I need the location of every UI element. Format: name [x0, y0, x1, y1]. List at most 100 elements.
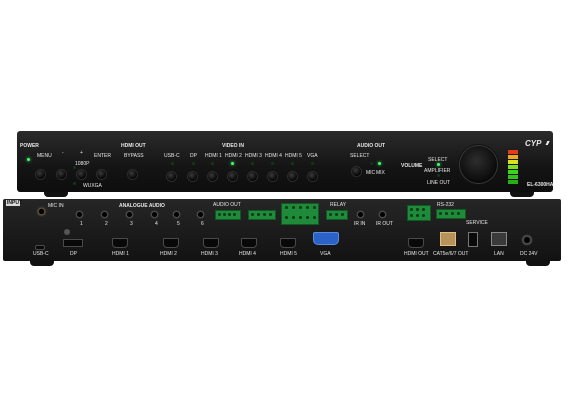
hdmi4-button[interactable]: [268, 172, 277, 181]
usbc-led: [171, 162, 174, 165]
audio-out-terminal[interactable]: [215, 210, 241, 220]
vga-button[interactable]: [308, 172, 317, 181]
bypass-button[interactable]: [128, 170, 137, 179]
lan-port[interactable]: [491, 232, 507, 246]
hdmi3-led: [251, 162, 254, 165]
analogue-jack-4[interactable]: [150, 210, 159, 219]
hdmi1-button[interactable]: [208, 172, 217, 181]
model-label: EL-6300HA: [527, 182, 554, 188]
analogue-num-3: 3: [130, 221, 133, 227]
minus-label: -: [62, 150, 64, 156]
menu-label: MENU: [37, 153, 52, 159]
hdmi-in-label-2: HDMI 2: [160, 251, 177, 257]
usb-service-port[interactable]: [468, 232, 478, 247]
input-label-hdmi4: HDMI 4: [265, 153, 282, 159]
1080p-label: 1080P: [75, 161, 90, 167]
vga-port[interactable]: [313, 232, 339, 245]
video-in-label: VIDEO IN: [222, 143, 244, 149]
analogue-jack-1[interactable]: [75, 210, 84, 219]
terminal-block-b[interactable]: [407, 205, 431, 221]
cat-out-label: CAT5e/6/7 OUT: [433, 251, 469, 257]
usbc-label: USB-C: [33, 251, 49, 257]
volume-knob[interactable]: [460, 146, 497, 183]
hdmi-in-port-4[interactable]: [241, 238, 257, 248]
usbc-port[interactable]: [35, 245, 45, 250]
service-label: SERVICE: [466, 220, 488, 226]
mic-in-label: MIC IN: [48, 203, 64, 209]
wuxga-label: WUXGA: [83, 183, 102, 189]
mic-label: MIC: [366, 170, 376, 176]
hdmi5-button[interactable]: [288, 172, 297, 181]
hdmi-in-port-5[interactable]: [280, 238, 296, 248]
plus-button[interactable]: [77, 170, 86, 179]
minus-button[interactable]: [57, 170, 66, 179]
hdmi2-button[interactable]: [228, 172, 237, 181]
amplifier-led: [437, 163, 440, 166]
mic-in-jack[interactable]: [36, 206, 47, 217]
plus-label: +: [80, 150, 83, 156]
hdmi5-led: [291, 162, 294, 165]
power-label: POWER: [20, 143, 39, 149]
enter-button[interactable]: [97, 170, 106, 179]
ir-in-jack[interactable]: [356, 210, 365, 219]
control-terminal-block[interactable]: [281, 203, 319, 225]
analogue-jack-6[interactable]: [196, 210, 205, 219]
analogue-num-2: 2: [105, 221, 108, 227]
rear-foot-left: [30, 261, 54, 266]
hdmi-out-port[interactable]: [408, 238, 424, 248]
enter-label: ENTER: [94, 153, 111, 159]
input-label-dp: DP: [190, 153, 197, 159]
brand-stripes: [545, 141, 551, 145]
hdmi-in-port-1[interactable]: [112, 238, 128, 248]
1080p-led: [73, 166, 76, 169]
hdmi-in-port-2[interactable]: [163, 238, 179, 248]
hdmi-out-label: HDMI OUT: [404, 251, 429, 257]
analogue-num-6: 6: [201, 221, 204, 227]
dc-label: DC 24V: [520, 251, 538, 257]
analogue-num-5: 5: [177, 221, 180, 227]
hdmi2-led: [231, 162, 234, 165]
rear-audio-out-label: AUDIO OUT: [213, 202, 241, 208]
analogue-num-1: 1: [80, 221, 83, 227]
cat-out-port[interactable]: [440, 232, 456, 246]
rs232-terminal[interactable]: [436, 209, 466, 219]
vga-led: [311, 162, 314, 165]
hdmi-in-port-3[interactable]: [203, 238, 219, 248]
analogue-jack-2[interactable]: [100, 210, 109, 219]
hdmi-in-label-5: HDMI 5: [280, 251, 297, 257]
dp-button[interactable]: [188, 172, 197, 181]
vga-label: VGA: [320, 251, 331, 257]
ground-screw: [64, 229, 70, 235]
ir-out-label: IR OUT: [376, 221, 393, 227]
bypass-label: BYPASS: [124, 153, 144, 159]
mix-led: [378, 162, 381, 165]
speaker-terminal[interactable]: [248, 210, 276, 220]
hdmi-out-label: HDMI OUT: [121, 143, 146, 149]
audio-select-button[interactable]: [352, 167, 361, 176]
analogue-jack-3[interactable]: [125, 210, 134, 219]
usbc-button[interactable]: [167, 172, 176, 181]
dp-label: DP: [70, 251, 77, 257]
relay-terminal[interactable]: [326, 210, 348, 220]
power-led: [27, 158, 30, 161]
rear-foot-right: [526, 261, 550, 266]
hdmi3-button[interactable]: [248, 172, 257, 181]
dp-led: [192, 162, 195, 165]
input-label: INPUT: [7, 200, 22, 206]
audio-select-label: SELECT: [350, 153, 370, 159]
ir-out-jack[interactable]: [378, 210, 387, 219]
hdmi-in-label-1: HDMI 1: [112, 251, 129, 257]
analogue-audio-label: ANALOGUE AUDIO: [119, 203, 165, 209]
input-label-hdmi1: HDMI 1: [205, 153, 222, 159]
front-foot-right: [510, 192, 534, 197]
mic-led: [370, 162, 373, 165]
relay-label: RELAY: [330, 202, 347, 208]
ir-in-label: IR IN: [354, 221, 366, 227]
analogue-jack-5[interactable]: [172, 210, 181, 219]
hdmi-in-label-4: HDMI 4: [239, 251, 256, 257]
dc-power-jack[interactable]: [521, 234, 533, 246]
dp-port[interactable]: [63, 239, 83, 247]
mix-label: MIX: [376, 170, 385, 176]
menu-button[interactable]: [36, 170, 45, 179]
input-label-hdmi5: HDMI 5: [285, 153, 302, 159]
